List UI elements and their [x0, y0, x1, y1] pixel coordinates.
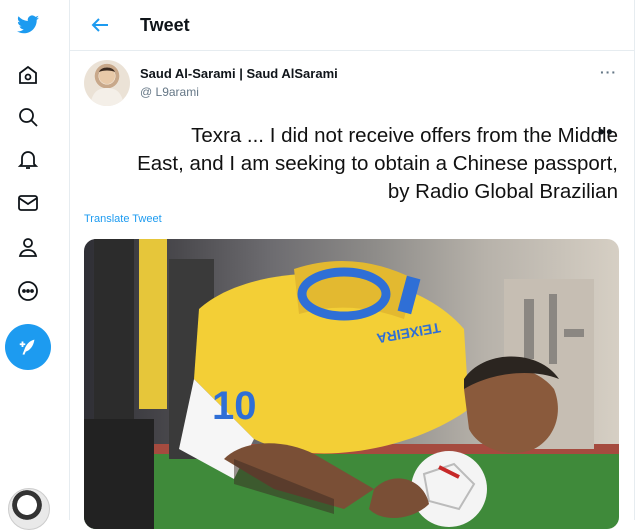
back-button[interactable]: [88, 13, 112, 37]
author-name[interactable]: Saud Al-Sarami | Saud AlSarami: [140, 66, 338, 81]
twitter-logo-icon[interactable]: [11, 8, 45, 42]
tweet-media-image[interactable]: TEIXEIRA 10: [84, 239, 619, 529]
more-options-button[interactable]: ···: [600, 64, 617, 80]
divider: [634, 0, 635, 520]
profile-avatar[interactable]: [8, 488, 50, 530]
search-icon[interactable]: [11, 100, 45, 134]
page-title: Tweet: [140, 15, 190, 35]
back-arrow-icon: [91, 18, 108, 32]
messages-icon[interactable]: [11, 186, 45, 220]
divider: [69, 0, 70, 520]
home-icon[interactable]: [11, 58, 45, 92]
translate-tweet-link[interactable]: Translate Tweet: [84, 213, 162, 225]
tweet-text-line: East, and I am seeking to obtain a Chine…: [137, 152, 618, 175]
football-player-photo: TEIXEIRA 10: [84, 239, 619, 529]
sidebar: [0, 0, 70, 530]
author-handle[interactable]: @ L9arami: [140, 85, 199, 99]
tweet-text-line: by Radio Global Brazilian: [387, 180, 618, 203]
notifications-icon[interactable]: [11, 142, 45, 176]
more-icon[interactable]: [11, 274, 45, 308]
author-avatar[interactable]: [84, 60, 130, 106]
compose-button[interactable]: [5, 324, 51, 370]
tweet-header: Tweet: [70, 0, 634, 51]
jersey-number-text: 10: [212, 384, 257, 428]
profile-icon[interactable]: [11, 230, 45, 264]
compose-icon: [19, 339, 35, 355]
tweet-text-line: Texra ... I did not receive offers from …: [191, 124, 618, 147]
tweet-trailing-dots: ••: [598, 122, 615, 142]
tweet-text: Texra ... I did not receive offers from …: [100, 122, 618, 206]
